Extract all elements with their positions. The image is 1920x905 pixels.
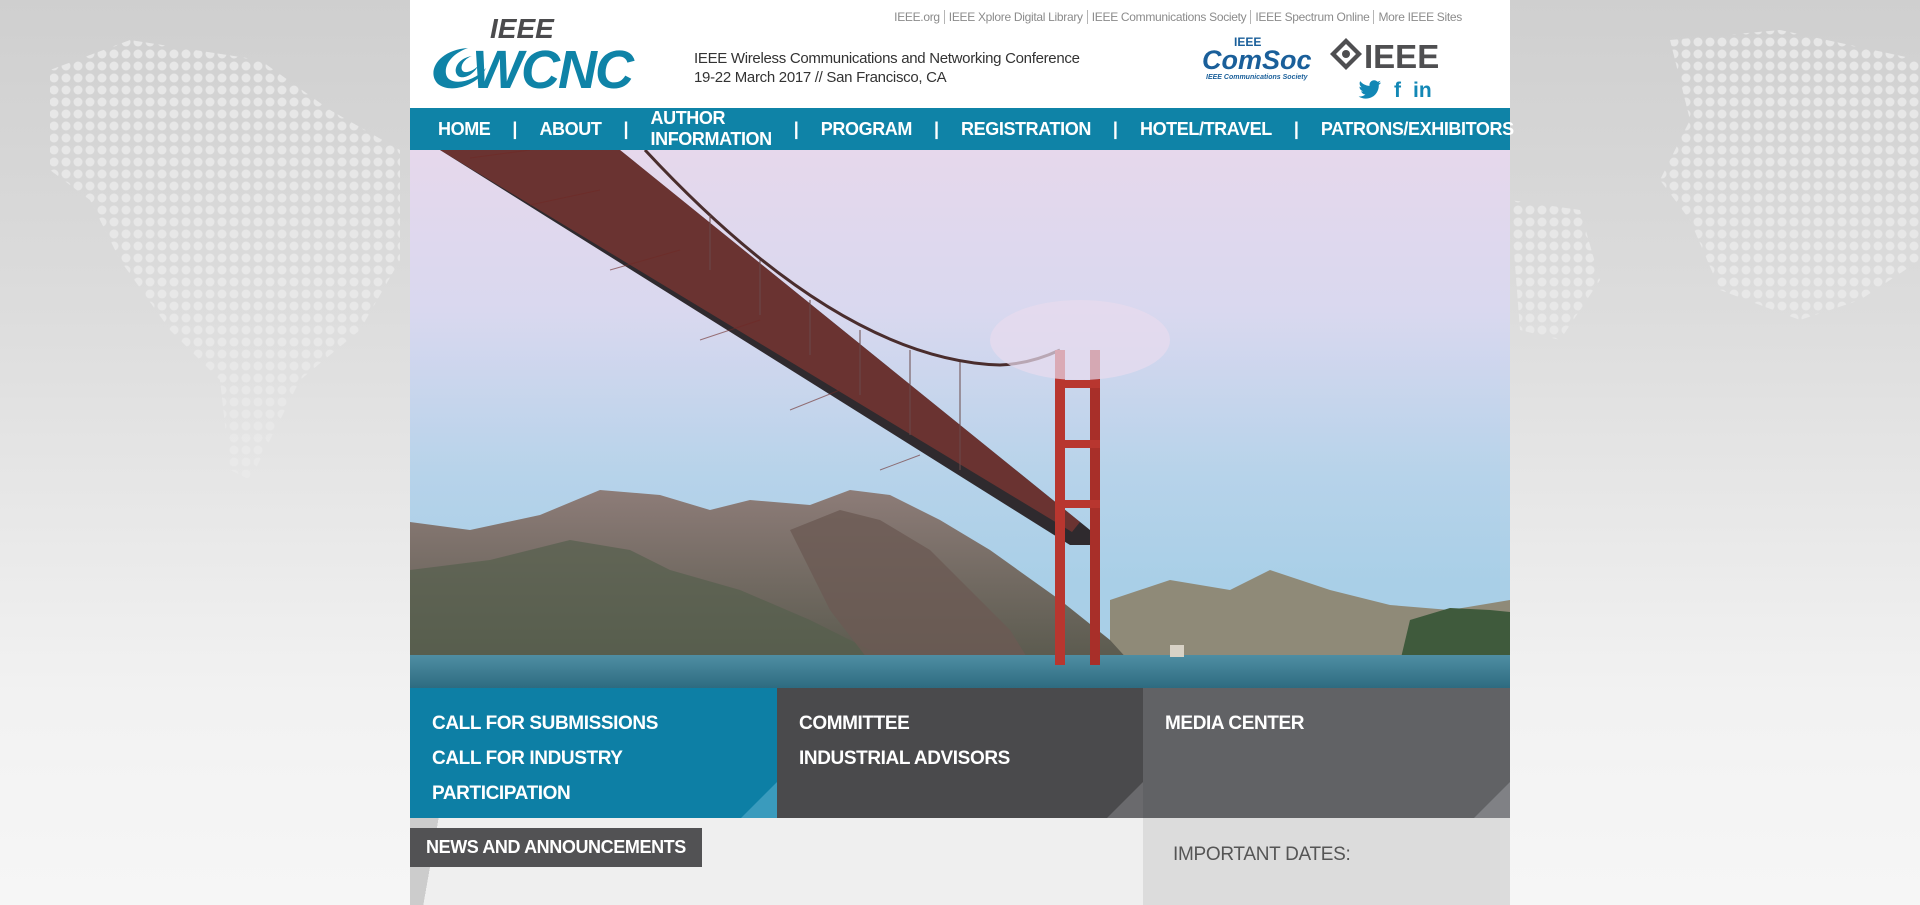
content-section: NEWS AND ANNOUNCEMENTS IMPORTANT DATES:: [410, 818, 1510, 905]
utility-link-more[interactable]: More IEEE Sites: [1373, 10, 1466, 24]
social-links: f in: [1358, 80, 1432, 105]
tile-corner-decoration: [1107, 782, 1143, 818]
wcnc-logo[interactable]: IEEE WCNC: [428, 12, 690, 94]
linkedin-icon[interactable]: in: [1413, 80, 1432, 105]
utility-link-spectrum[interactable]: IEEE Spectrum Online: [1250, 10, 1373, 24]
nav-separator: |: [623, 118, 629, 139]
nav-separator: |: [793, 118, 799, 139]
site-header: IEEE.org IEEE Xplore Digital Library IEE…: [410, 0, 1510, 108]
ieee-logo[interactable]: IEEE: [1328, 36, 1458, 76]
hero-slider[interactable]: [410, 150, 1510, 688]
comsoc-logo[interactable]: IEEE ComSoc IEEE Communications Society: [1200, 34, 1320, 82]
call-for-industry-participation-link[interactable]: CALL FOR INDUSTRY PARTICIPATION: [432, 741, 755, 811]
nav-separator: |: [1293, 118, 1299, 139]
page-container: IEEE.org IEEE Xplore Digital Library IEE…: [410, 0, 1514, 905]
svg-text:ComSoc: ComSoc: [1202, 45, 1312, 75]
tile-corner-decoration: [741, 782, 777, 818]
svg-text:IEEE: IEEE: [1364, 38, 1439, 75]
important-dates-heading: IMPORTANT DATES:: [1173, 844, 1351, 865]
committee-link[interactable]: COMMITTEE: [799, 706, 1121, 741]
tile-committee: COMMITTEE INDUSTRIAL ADVISORS: [777, 688, 1143, 818]
important-dates-panel: IMPORTANT DATES:: [1143, 818, 1510, 905]
nav-program[interactable]: PROGRAM: [821, 119, 913, 140]
facebook-icon[interactable]: f: [1394, 80, 1401, 105]
media-center-link[interactable]: MEDIA CENTER: [1165, 706, 1488, 741]
nav-separator: |: [1112, 118, 1118, 139]
call-for-submissions-link[interactable]: CALL FOR SUBMISSIONS: [432, 706, 755, 741]
industrial-advisors-link[interactable]: INDUSTRIAL ADVISORS: [799, 741, 1121, 776]
svg-text:IEEE Communications Society: IEEE Communications Society: [1206, 74, 1309, 81]
nav-separator: |: [512, 118, 518, 139]
conference-dates-location: 19-22 March 2017 // San Francisco, CA: [694, 69, 947, 86]
nav-patrons-exhibitors[interactable]: PATRONS/EXHIBITORS: [1321, 119, 1514, 140]
conference-name: IEEE Wireless Communications and Network…: [694, 50, 1080, 67]
nav-home[interactable]: HOME: [438, 119, 491, 140]
utility-links: IEEE.org IEEE Xplore Digital Library IEE…: [890, 10, 1466, 24]
golden-gate-bridge-image: [410, 150, 1510, 688]
nav-about[interactable]: ABOUT: [539, 119, 601, 140]
utility-link-xplore[interactable]: IEEE Xplore Digital Library: [943, 10, 1087, 24]
nav-separator: |: [934, 118, 940, 139]
quick-links-tiles: CALL FOR SUBMISSIONS CALL FOR INDUSTRY P…: [410, 688, 1510, 818]
twitter-icon[interactable]: [1358, 80, 1382, 105]
utility-link-comsoc[interactable]: IEEE Communications Society: [1086, 10, 1251, 24]
news-announcements-heading: NEWS AND ANNOUNCEMENTS: [410, 828, 702, 867]
nav-hotel-travel[interactable]: HOTEL/TRAVEL: [1140, 119, 1272, 140]
nav-registration[interactable]: REGISTRATION: [961, 119, 1091, 140]
main-navigation: HOME | ABOUT | AUTHOR INFORMATION | PROG…: [410, 108, 1514, 150]
tile-media: MEDIA CENTER: [1143, 688, 1510, 818]
tile-corner-decoration: [1474, 782, 1510, 818]
nav-author-information[interactable]: AUTHOR INFORMATION: [651, 108, 773, 150]
svg-text:WCNC: WCNC: [472, 40, 635, 94]
utility-link-ieee[interactable]: IEEE.org: [890, 10, 944, 24]
tile-submissions: CALL FOR SUBMISSIONS CALL FOR INDUSTRY P…: [410, 688, 777, 818]
conference-info: IEEE Wireless Communications and Network…: [694, 49, 1080, 87]
